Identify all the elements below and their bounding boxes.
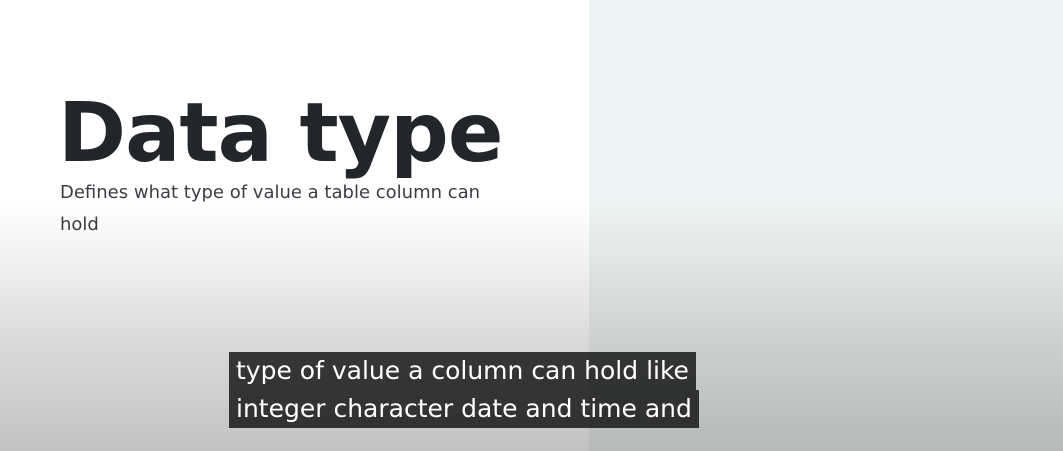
- caption-box: type of value a column can hold like int…: [229, 352, 699, 428]
- slide-title: Data type: [58, 86, 503, 181]
- slide-subtitle: Defines what type of value a table colum…: [60, 182, 481, 235]
- video-frame[interactable]: Data type Defines what type of value a t…: [0, 0, 1063, 451]
- caption-line-1: type of value a column can hold like: [229, 352, 696, 390]
- caption-line-2: integer character date and time and: [229, 390, 699, 428]
